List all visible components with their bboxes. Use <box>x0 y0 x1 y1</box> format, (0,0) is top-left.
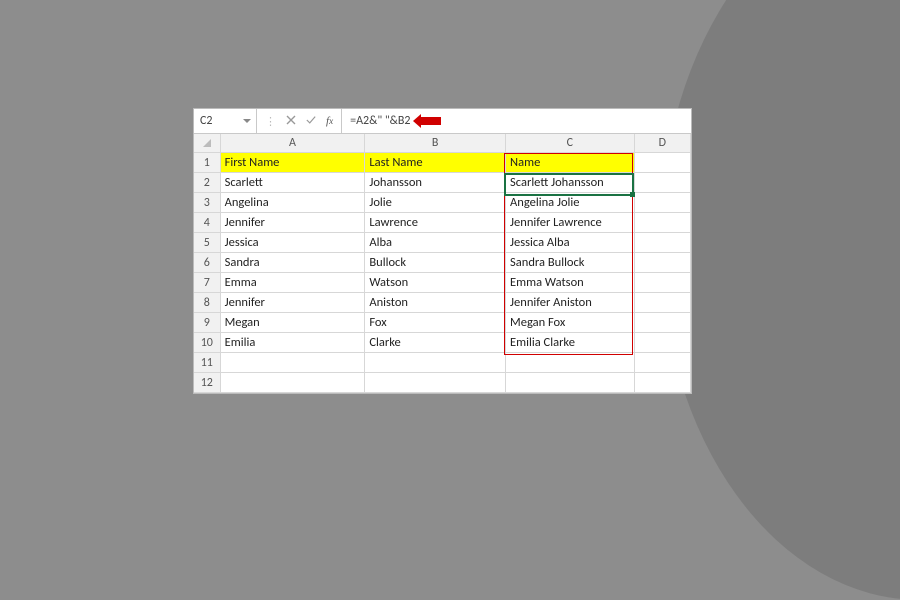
cell[interactable]: Jennifer Lawrence <box>506 213 635 233</box>
cell[interactable]: Jennifer <box>220 293 365 313</box>
formula-bar-icons: ⋮ fx <box>257 109 342 133</box>
row-header[interactable]: 9 <box>194 313 220 333</box>
cell[interactable]: Emilia Clarke <box>506 333 635 353</box>
cell-active[interactable]: Scarlett Johansson <box>506 173 635 193</box>
table-row: 5 Jessica Alba Jessica Alba <box>194 233 691 253</box>
spreadsheet-grid[interactable]: A B C D 1 First Name Last Name Name 2 Sc… <box>194 134 691 393</box>
cell[interactable]: Fox <box>365 313 506 333</box>
column-header-row: A B C D <box>194 134 691 153</box>
cell[interactable] <box>220 353 365 373</box>
cell[interactable]: First Name <box>220 153 365 173</box>
row-header[interactable]: 2 <box>194 173 220 193</box>
background-curve <box>660 0 900 600</box>
cell[interactable]: Sandra Bullock <box>506 253 635 273</box>
select-all-corner[interactable] <box>194 134 220 153</box>
table-row: 8 Jennifer Aniston Jennifer Aniston <box>194 293 691 313</box>
row-header[interactable]: 8 <box>194 293 220 313</box>
col-header-C[interactable]: C <box>506 134 635 153</box>
col-header-D[interactable]: D <box>634 134 690 153</box>
cell[interactable]: Jennifer Aniston <box>506 293 635 313</box>
table-row: 2 Scarlett Johansson Scarlett Johansson <box>194 173 691 193</box>
cell[interactable] <box>634 153 690 173</box>
cell[interactable]: Angelina <box>220 193 365 213</box>
row-header[interactable]: 5 <box>194 233 220 253</box>
cell[interactable] <box>220 373 365 393</box>
col-header-A[interactable]: A <box>220 134 365 153</box>
fx-icon[interactable]: fx <box>326 115 333 127</box>
formula-bar: C2 ⋮ fx =A2&" "&B2 <box>194 109 691 134</box>
cell[interactable] <box>365 373 506 393</box>
cell[interactable] <box>634 313 690 333</box>
cell[interactable] <box>634 373 690 393</box>
row-header[interactable]: 10 <box>194 333 220 353</box>
cell[interactable]: Emilia <box>220 333 365 353</box>
cell[interactable]: Bullock <box>365 253 506 273</box>
more-icon[interactable]: ⋮ <box>265 115 276 128</box>
cell[interactable] <box>634 273 690 293</box>
table-row: 10 Emilia Clarke Emilia Clarke <box>194 333 691 353</box>
table-row: 11 <box>194 353 691 373</box>
cell[interactable] <box>365 353 506 373</box>
cell[interactable]: Megan <box>220 313 365 333</box>
cell[interactable]: Alba <box>365 233 506 253</box>
name-box[interactable]: C2 <box>194 109 257 133</box>
enter-icon[interactable] <box>306 115 316 128</box>
formula-text: =A2&" "&B2 <box>350 114 410 128</box>
cell[interactable]: Jolie <box>365 193 506 213</box>
cell[interactable]: Johansson <box>365 173 506 193</box>
cell[interactable] <box>634 253 690 273</box>
cell[interactable]: Emma Watson <box>506 273 635 293</box>
cell[interactable]: Jessica Alba <box>506 233 635 253</box>
cell[interactable]: Last Name <box>365 153 506 173</box>
cell[interactable] <box>634 293 690 313</box>
cell[interactable] <box>634 193 690 213</box>
table-row: 4 Jennifer Lawrence Jennifer Lawrence <box>194 213 691 233</box>
table-row: 3 Angelina Jolie Angelina Jolie <box>194 193 691 213</box>
formula-input[interactable]: =A2&" "&B2 <box>342 114 691 128</box>
cell[interactable]: Clarke <box>365 333 506 353</box>
spreadsheet-window: C2 ⋮ fx =A2&" "&B2 <box>193 108 692 394</box>
cell[interactable]: Jessica <box>220 233 365 253</box>
table-row: 12 <box>194 373 691 393</box>
cell[interactable] <box>634 353 690 373</box>
cell[interactable] <box>506 353 635 373</box>
cell[interactable]: Watson <box>365 273 506 293</box>
cell[interactable]: Sandra <box>220 253 365 273</box>
dropdown-icon[interactable] <box>243 119 251 123</box>
annotation-arrow-icon <box>421 117 441 125</box>
table-row: 7 Emma Watson Emma Watson <box>194 273 691 293</box>
cell[interactable]: Name <box>506 153 635 173</box>
row-header[interactable]: 4 <box>194 213 220 233</box>
table-row: 6 Sandra Bullock Sandra Bullock <box>194 253 691 273</box>
name-box-value: C2 <box>200 114 212 128</box>
cell[interactable] <box>634 233 690 253</box>
row-header[interactable]: 11 <box>194 353 220 373</box>
row-header[interactable]: 3 <box>194 193 220 213</box>
cell[interactable] <box>506 373 635 393</box>
row-header[interactable]: 12 <box>194 373 220 393</box>
cell[interactable]: Jennifer <box>220 213 365 233</box>
row-header[interactable]: 1 <box>194 153 220 173</box>
cell[interactable] <box>634 173 690 193</box>
cell[interactable]: Lawrence <box>365 213 506 233</box>
row-header[interactable]: 6 <box>194 253 220 273</box>
cancel-icon[interactable] <box>286 115 296 128</box>
row-header[interactable]: 7 <box>194 273 220 293</box>
cell[interactable] <box>634 333 690 353</box>
cell[interactable] <box>634 213 690 233</box>
table-row: 1 First Name Last Name Name <box>194 153 691 173</box>
cell[interactable]: Scarlett <box>220 173 365 193</box>
cell[interactable]: Megan Fox <box>506 313 635 333</box>
cell[interactable]: Angelina Jolie <box>506 193 635 213</box>
col-header-B[interactable]: B <box>365 134 506 153</box>
table-row: 9 Megan Fox Megan Fox <box>194 313 691 333</box>
cell[interactable]: Aniston <box>365 293 506 313</box>
cell[interactable]: Emma <box>220 273 365 293</box>
